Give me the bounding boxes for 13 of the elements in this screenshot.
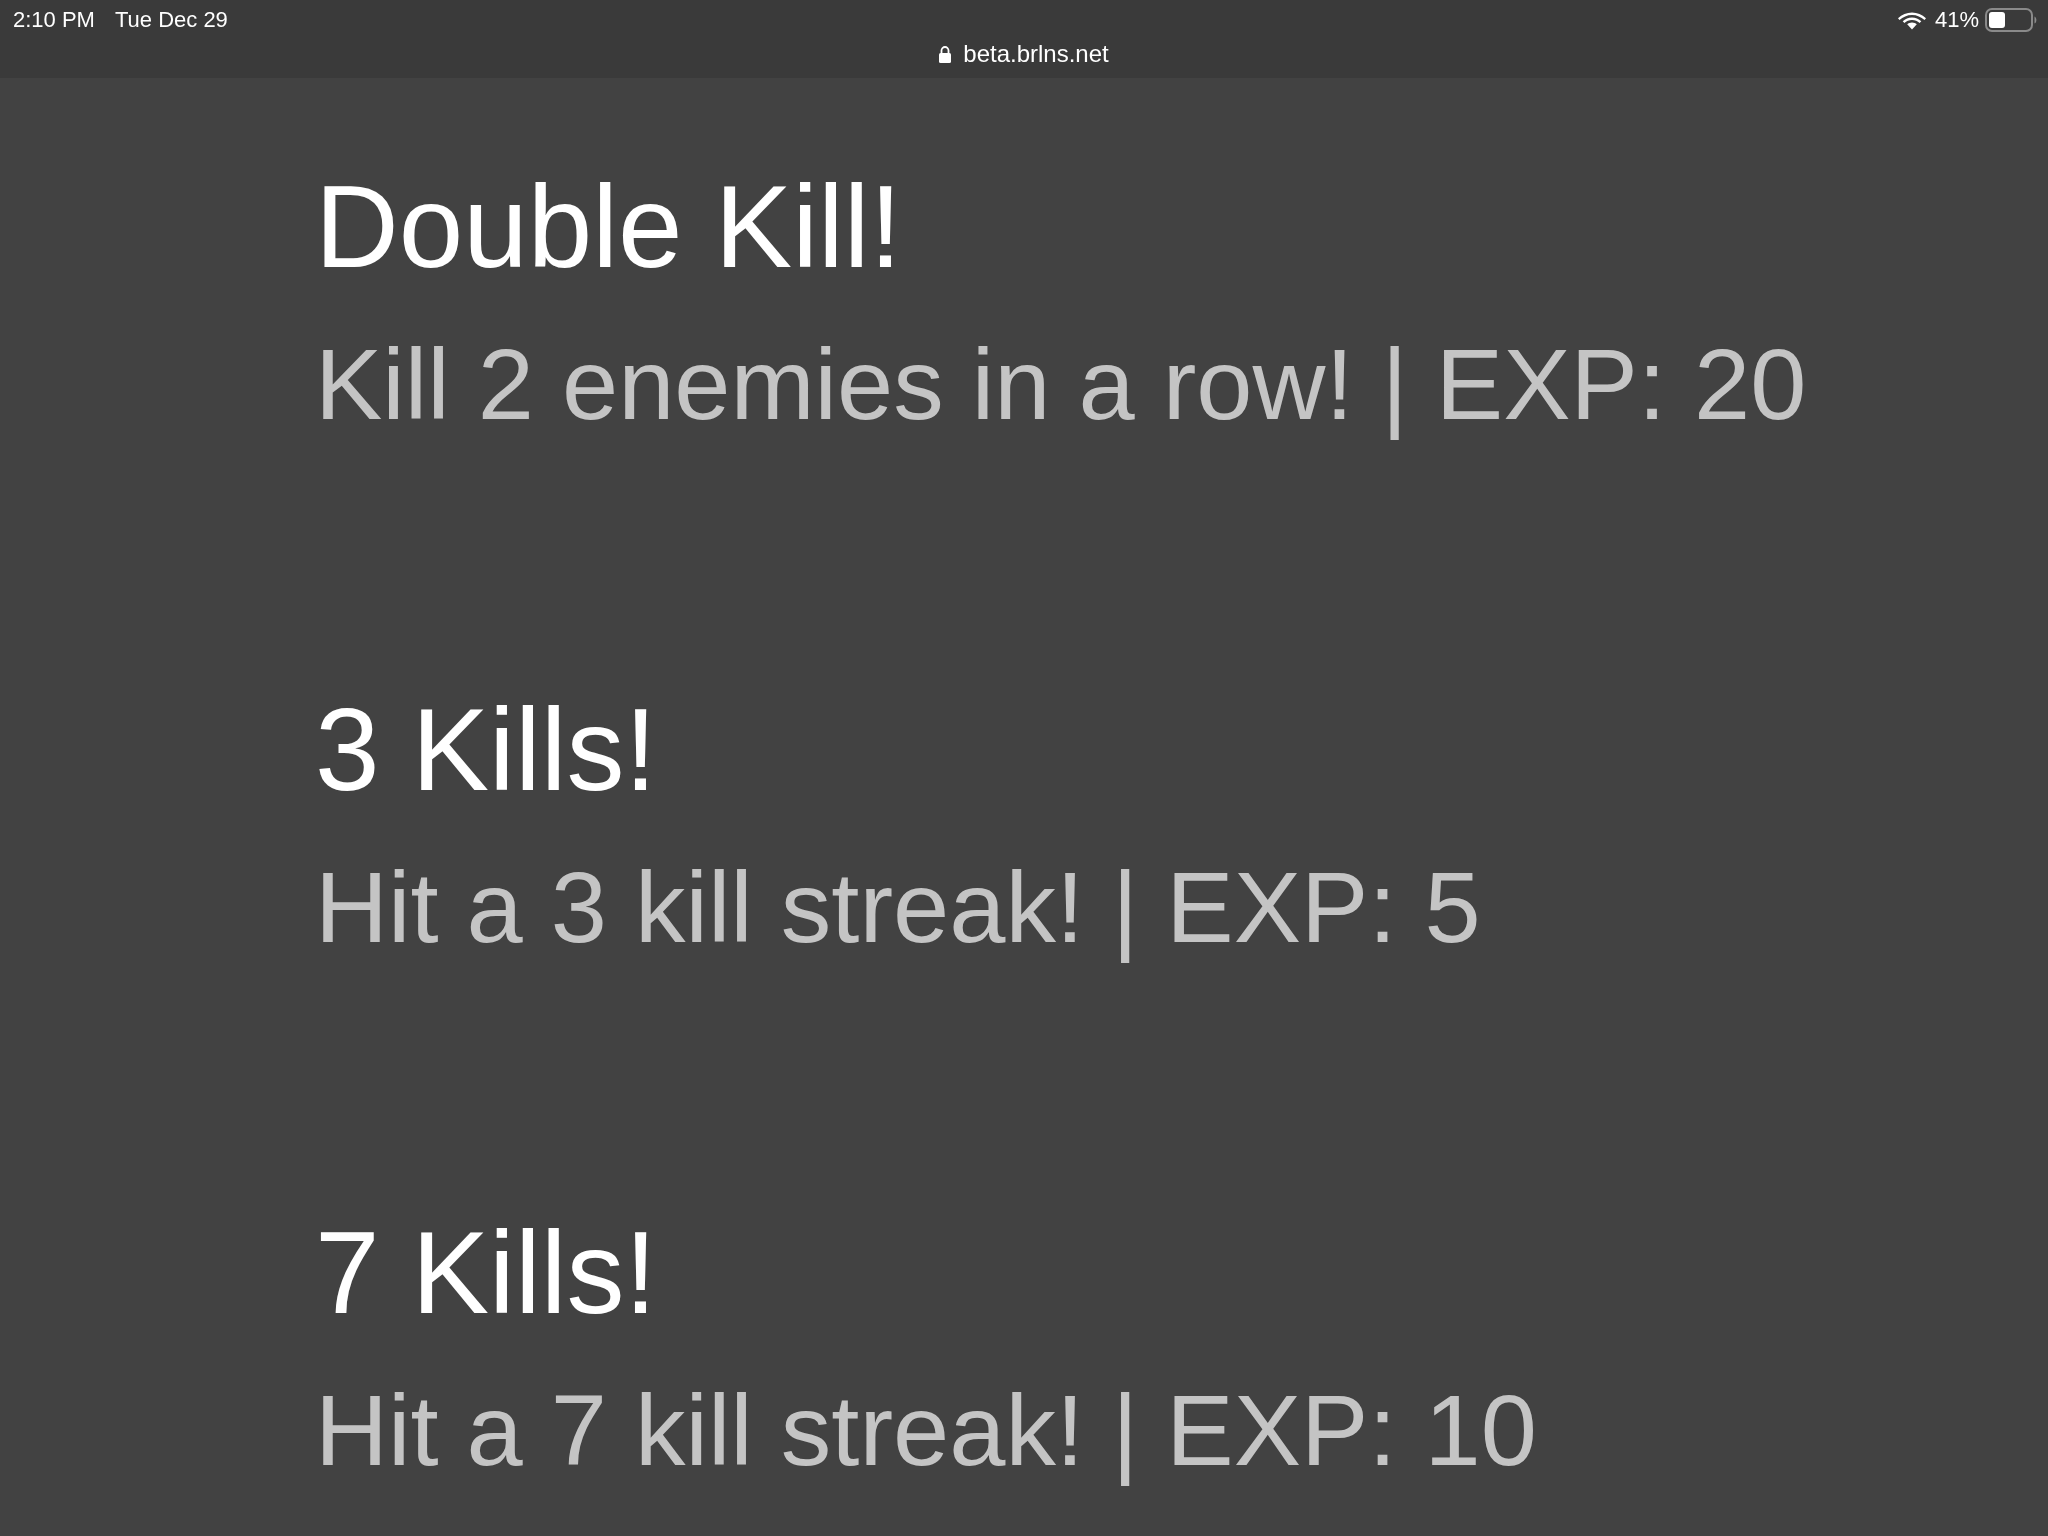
achievement-description: Hit a 3 kill streak! | EXP: 5 bbox=[315, 850, 1481, 965]
battery-percentage: 41% bbox=[1934, 7, 1979, 33]
lock-icon bbox=[939, 45, 952, 63]
battery-icon bbox=[1985, 8, 2038, 32]
address-bar-url[interactable]: beta.brlns.net bbox=[963, 40, 1109, 68]
achievement-description: Kill 2 enemies in a row! | EXP: 20 bbox=[315, 327, 1807, 442]
achievement-title: Double Kill! bbox=[315, 161, 902, 294]
status-date: Tue Dec 29 bbox=[114, 7, 228, 33]
status-time: 2:10 PM bbox=[13, 7, 95, 33]
wifi-icon bbox=[1897, 10, 1926, 30]
achievement-description: Hit a 7 kill streak! | EXP: 10 bbox=[315, 1373, 1537, 1488]
achievement-title: 3 Kills! bbox=[315, 684, 657, 817]
achievement-title: 7 Kills! bbox=[315, 1207, 657, 1340]
